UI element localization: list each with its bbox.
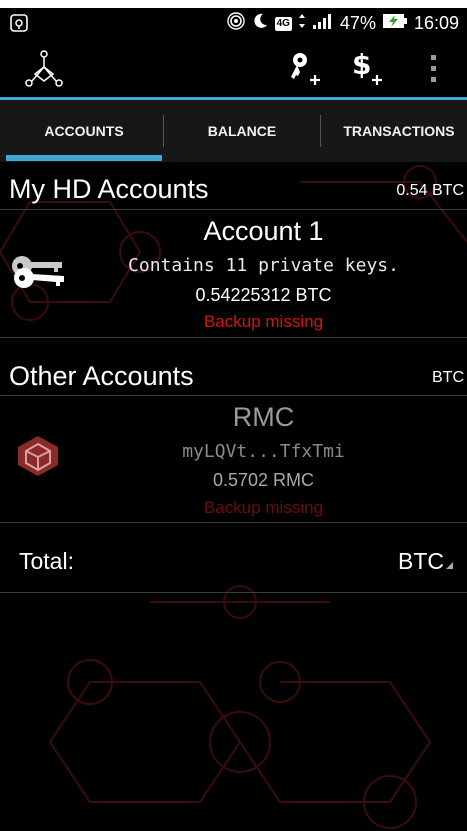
hd-accounts-header: My HD Accounts 0.54 BTC [0, 168, 467, 208]
total-currency-selector[interactable]: BTC [398, 548, 453, 575]
data-arrows-icon [298, 12, 306, 35]
tab-bar: ACCOUNTS BALANCE TRANSACTIONS [0, 100, 467, 162]
overflow-menu-icon[interactable] [429, 54, 439, 89]
app-screen: 4G 47% 16:09 $ ACCOUNTS BALANCE TRANSACT… [0, 0, 467, 831]
backup-warning: Backup missing [60, 498, 467, 518]
section-balance: 0.54 BTC [396, 182, 464, 199]
total-currency: BTC [398, 548, 444, 574]
account-details: Contains 11 private keys. [60, 255, 467, 276]
account-address: myLQVt...TfxTmi [60, 441, 467, 462]
divider [0, 522, 467, 523]
total-row: Total: BTC [0, 540, 467, 580]
battery-text: 47% [339, 13, 376, 33]
status-bar: 4G 47% 16:09 [0, 8, 467, 40]
section-currency: BTC [432, 369, 464, 386]
account-name: Account 1 [60, 216, 467, 247]
network-type-badge: 4G [274, 16, 292, 31]
rmc-logo-icon [14, 434, 62, 483]
account-balance-text: 0.54225312 BTC [195, 285, 332, 305]
app-logo-icon[interactable] [24, 50, 64, 93]
account-row-rmc[interactable]: RMC myLQVt...TfxTmi 0.5702 RMC Backup mi… [0, 398, 467, 522]
hotspot-icon [226, 12, 245, 35]
signal-icon [312, 12, 334, 35]
tab-accounts[interactable]: ACCOUNTS [6, 100, 162, 162]
moon-icon [251, 12, 269, 35]
divider [0, 592, 467, 593]
tab-transactions[interactable]: TRANSACTIONS [321, 100, 467, 162]
backup-warning-text: Backup missing [203, 312, 324, 331]
account-details-text: Contains 11 private keys. [128, 255, 399, 276]
account-row-account-1[interactable]: Account 1 Contains 11 private keys. 0.54… [0, 212, 467, 336]
status-right: 4G 47% 16:09 [226, 12, 459, 35]
section-title: My HD Accounts [9, 174, 209, 204]
other-accounts-header: Other Accounts BTC [0, 355, 467, 395]
dropdown-corner-icon [446, 562, 453, 569]
tab-balance[interactable]: BALANCE [164, 100, 320, 162]
add-key-icon[interactable] [288, 50, 322, 93]
active-tab-indicator [6, 155, 162, 161]
nfc-icon [10, 14, 28, 32]
backup-warning-text: Backup missing [203, 498, 324, 517]
divider [0, 395, 467, 396]
account-name-text: Account 1 [203, 216, 324, 246]
backup-warning: Backup missing [60, 312, 467, 332]
account-address-text: myLQVt...TfxTmi [182, 441, 345, 462]
keys-icon [10, 252, 66, 299]
total-label: Total: [19, 548, 74, 574]
add-currency-icon[interactable]: $ [350, 48, 386, 93]
account-name-text: RMC [232, 402, 295, 432]
account-name: RMC [60, 402, 467, 433]
divider [0, 337, 467, 338]
action-bar: $ [0, 40, 467, 97]
account-balance: 0.5702 RMC [60, 470, 467, 491]
account-balance: 0.54225312 BTC [60, 285, 467, 306]
svg-text:$: $ [352, 48, 371, 81]
top-strip [0, 0, 467, 8]
battery-charging-icon [382, 12, 408, 35]
divider [0, 209, 467, 210]
clock-text: 16:09 [413, 13, 459, 33]
section-title: Other Accounts [9, 361, 194, 391]
account-balance-text: 0.5702 RMC [212, 470, 315, 490]
